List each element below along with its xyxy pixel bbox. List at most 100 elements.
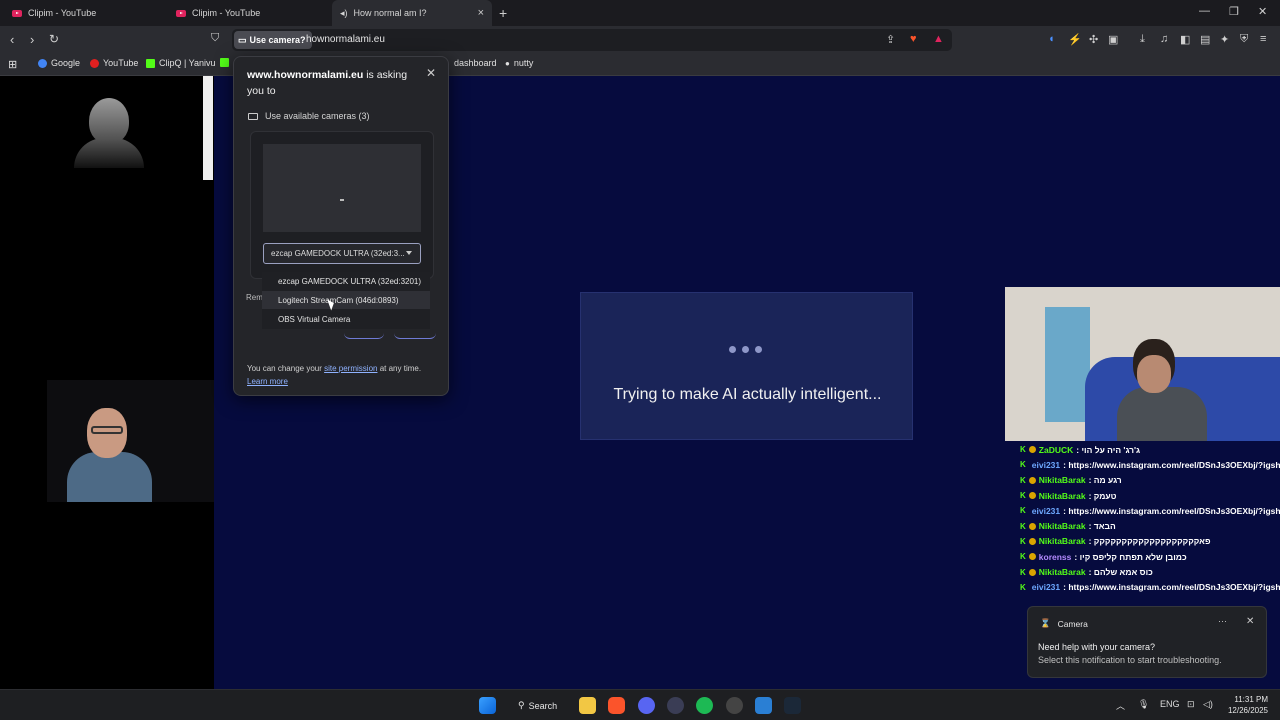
tab-how-normal[interactable]: ◂) How normal am I? × (332, 0, 492, 26)
remember-label: Rem (246, 293, 263, 302)
chat-message: K NikitaBarak: פאקקקקקקקקקקקקקקקקקקק (1020, 534, 1280, 549)
taskbar-search[interactable]: ⚲ Search (511, 696, 563, 715)
badge-icon (1028, 537, 1036, 545)
bookmark-nutty[interactable]: ● nutty (505, 58, 533, 68)
camera-notification[interactable]: ⌛ Camera ··· ✕ Need help with your camer… (1027, 606, 1267, 678)
kick-icon (146, 58, 155, 68)
new-tab-button[interactable]: + (499, 5, 507, 21)
windows-start-icon[interactable] (479, 697, 496, 714)
chat-text: : https://www.instagram.com/reel/DSnJs3O… (1063, 459, 1280, 470)
chat-username: eivi231 (1031, 582, 1061, 593)
address-bar[interactable]: ▭ Use camera? hownormalami.eu ⇪ ♥ ▲ (232, 29, 952, 51)
share-icon[interactable]: ⇪ (886, 33, 895, 46)
microphone-icon[interactable]: 🎙 (1138, 699, 1149, 710)
badge-icon (1028, 492, 1036, 500)
camera-permission-chip[interactable]: ▭ Use camera? (234, 31, 312, 49)
badge-icon (1028, 446, 1036, 454)
bookmark-icon[interactable]: ⛉ (211, 32, 219, 45)
sidebar-icon[interactable]: ◧ (1180, 33, 1190, 46)
loading-card: Trying to make AI actually intelligent..… (580, 292, 913, 440)
network-icon[interactable]: ⊡ (1187, 699, 1195, 710)
chat-username: NikitaBarak (1038, 536, 1086, 547)
toolbar: ‹ › ↻ ⛉ ▭ Use camera? hownormalami.eu ⇪ … (0, 26, 1280, 54)
back-button[interactable]: ‹ (10, 32, 14, 47)
badge-icon (1028, 568, 1036, 576)
chat-text: : https://www.instagram.com/reel/DSnJs3O… (1063, 582, 1280, 593)
close-window-button[interactable]: ✕ (1258, 5, 1267, 18)
tab-clipim-2[interactable]: Clipim - YouTube (172, 0, 332, 26)
badge-icon (1028, 522, 1036, 530)
vpn-icon[interactable]: ⛨ (1240, 33, 1248, 46)
download-icon[interactable]: ⤓ (1140, 33, 1145, 46)
learn-more-link[interactable]: Learn more (247, 377, 288, 386)
translate-icon[interactable]: ◖ (1048, 33, 1055, 45)
dialog-title: www.hownormalami.eu is asking you to (247, 69, 408, 97)
brave-icon[interactable] (608, 697, 625, 714)
app-icon[interactable] (755, 697, 772, 714)
spotify-icon[interactable] (696, 697, 713, 714)
apps-grid-icon[interactable]: ⊞ (8, 58, 17, 71)
discord-icon[interactable] (638, 697, 655, 714)
dialog-footer: You can change your site permission at a… (247, 364, 422, 386)
taskbar: ⚲ Search ︿ 🎙 ENG ⊡ ◁) 11:31 PM 12/26/202… (0, 689, 1280, 720)
minimize-button[interactable]: — (1199, 5, 1210, 17)
tab-clipim-1[interactable]: Clipim - YouTube (8, 0, 168, 26)
camera-dropdown-list: ezcap GAMEDOCK ULTRA (32ed:3201) Logitec… (262, 272, 430, 329)
close-icon[interactable]: ✕ (426, 66, 436, 80)
bookmark-kick[interactable] (220, 58, 229, 67)
tab-title: Clipim - YouTube (192, 8, 261, 18)
camera-option[interactable]: Logitech StreamCam (046d:0893) (262, 291, 430, 309)
chat-username: eivi231 (1031, 505, 1061, 516)
kick-icon: K (1020, 552, 1026, 562)
close-icon[interactable]: ✕ (1246, 616, 1254, 627)
chevron-down-icon (406, 251, 412, 255)
badge-icon (1028, 476, 1036, 484)
file-explorer-icon[interactable] (579, 697, 596, 714)
chat-text: : כמובן שלא תפתח קליפס קיו (1074, 551, 1187, 562)
camera-preview-panel: ezcap GAMEDOCK ULTRA (32ed:3... (250, 131, 434, 279)
chat-text: : https://www.instagram.com/reel/DSnJs3O… (1063, 505, 1280, 516)
url-text: hownormalami.eu (306, 34, 385, 45)
kick-icon: K (1020, 475, 1026, 485)
presenter-webcam (47, 380, 214, 502)
camera-option[interactable]: OBS Virtual Camera (262, 310, 430, 328)
clock[interactable]: 11:31 PM 12/26/2025 (1218, 694, 1268, 716)
app-icon[interactable] (667, 697, 684, 714)
language-indicator[interactable]: ENG (1160, 699, 1180, 709)
kick-icon: K (1020, 491, 1026, 501)
bookmark-google[interactable]: Google (38, 58, 80, 68)
menu-icon[interactable]: ≡ (1260, 33, 1266, 45)
bookmark-clipq[interactable]: ClipQ | Yanivu (146, 58, 216, 68)
tray-chevron-icon[interactable]: ︿ (1116, 699, 1125, 712)
close-tab-icon[interactable]: × (478, 7, 484, 19)
wallet-card-icon[interactable]: ▤ (1200, 33, 1210, 46)
loading-dots (729, 346, 762, 353)
wallet-icon[interactable]: ▣ (1108, 33, 1118, 46)
bookmark-youtube[interactable]: YouTube (90, 58, 138, 68)
site-permission-link[interactable]: site permission (324, 364, 377, 373)
camera-preview (263, 144, 421, 232)
more-options-icon[interactable]: ··· (1218, 616, 1227, 626)
scrollbar[interactable] (203, 76, 213, 180)
steam-icon[interactable] (784, 697, 801, 714)
bookmark-dashboard[interactable]: dashboard (454, 58, 497, 68)
reload-button[interactable]: ↻ (49, 32, 59, 46)
obs-icon[interactable] (726, 697, 743, 714)
tab-strip: Clipim - YouTube Clipim - YouTube ◂) How… (0, 0, 1280, 26)
rewards-icon[interactable]: ▲ (933, 33, 944, 45)
music-icon[interactable]: ♫ (1160, 33, 1168, 45)
extension-icon[interactable]: ⚡ (1068, 33, 1082, 46)
leo-ai-icon[interactable]: ✦ (1220, 33, 1229, 46)
chat-username: NikitaBarak (1038, 475, 1086, 486)
puzzle-icon[interactable]: ✣ (1089, 33, 1098, 46)
maximize-button[interactable]: ❐ (1229, 5, 1239, 18)
brave-shields-icon[interactable]: ♥ (910, 33, 917, 45)
chat-message: K NikitaBarak: רגע מה (1020, 473, 1280, 488)
chat-username: korenss (1038, 551, 1072, 562)
forward-button[interactable]: › (30, 32, 34, 47)
volume-icon[interactable]: ◁) (1203, 699, 1213, 710)
camera-select[interactable]: ezcap GAMEDOCK ULTRA (32ed:3... (263, 243, 421, 264)
chat-text: : פאקקקקקקקקקקקקקקקקקקק (1088, 536, 1211, 547)
camera-option[interactable]: ezcap GAMEDOCK ULTRA (32ed:3201) (262, 272, 430, 290)
kick-icon: K (1020, 521, 1026, 531)
